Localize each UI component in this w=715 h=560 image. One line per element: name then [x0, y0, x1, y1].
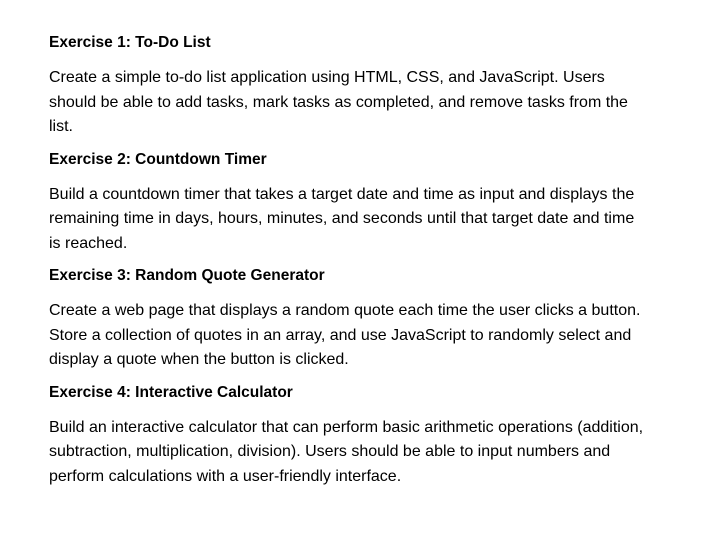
exercise-1: Exercise 1: To-Do List Create a simple t…	[49, 33, 675, 140]
exercise-4-description: Build an interactive calculator that can…	[49, 418, 644, 485]
document-page: Exercise 1: To-Do List Create a simple t…	[0, 0, 715, 560]
exercise-4: Exercise 4: Interactive Calculator Build…	[49, 383, 675, 490]
exercise-1-description: Create a simple to-do list application u…	[49, 69, 628, 135]
exercise-2-description: Build a countdown timer that takes a tar…	[49, 185, 635, 252]
exercise-1-title: Exercise 1: To-Do List	[49, 34, 211, 51]
exercise-2-title: Exercise 2: Countdown Timer	[49, 150, 267, 168]
exercise-3: Exercise 3: Random Quote Generator Creat…	[49, 266, 675, 373]
exercise-3-description: Create a web page that displays a random…	[49, 302, 641, 368]
exercise-4-title: Exercise 4: Interactive Calculator	[49, 383, 293, 401]
exercise-3-title: Exercise 3: Random Quote Generator	[49, 267, 325, 284]
exercise-2: Exercise 2: Countdown Timer Build a coun…	[49, 150, 675, 257]
